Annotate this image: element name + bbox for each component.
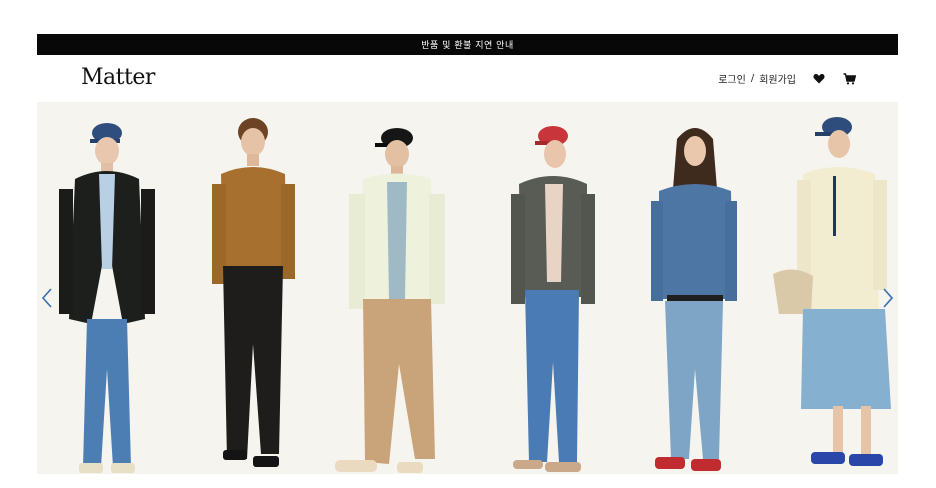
model-image-6[interactable] [773,114,895,474]
nav-separator: / [750,73,755,84]
model-image-1[interactable] [57,119,157,474]
signup-link[interactable]: 회원가입 [759,71,796,86]
cart-icon[interactable] [842,72,856,86]
site-header: Matter 로그인 / 회원가입 [37,56,898,102]
model-image-2[interactable] [209,104,299,474]
login-link[interactable]: 로그인 [718,71,746,86]
model-image-3[interactable] [335,124,460,474]
chevron-left-icon[interactable] [40,287,54,309]
header-nav: 로그인 / 회원가입 [718,71,856,86]
announcement-text[interactable]: 반품 및 환불 지연 안내 [421,38,513,51]
model-image-5[interactable] [649,119,739,474]
brand-logo[interactable]: Matter [81,65,155,90]
chevron-right-icon[interactable] [881,287,895,309]
hero-carousel[interactable] [37,102,898,474]
announcement-banner[interactable]: 반품 및 환불 지연 안내 [37,34,898,55]
heart-icon[interactable] [812,72,826,86]
model-image-4[interactable] [507,122,597,474]
